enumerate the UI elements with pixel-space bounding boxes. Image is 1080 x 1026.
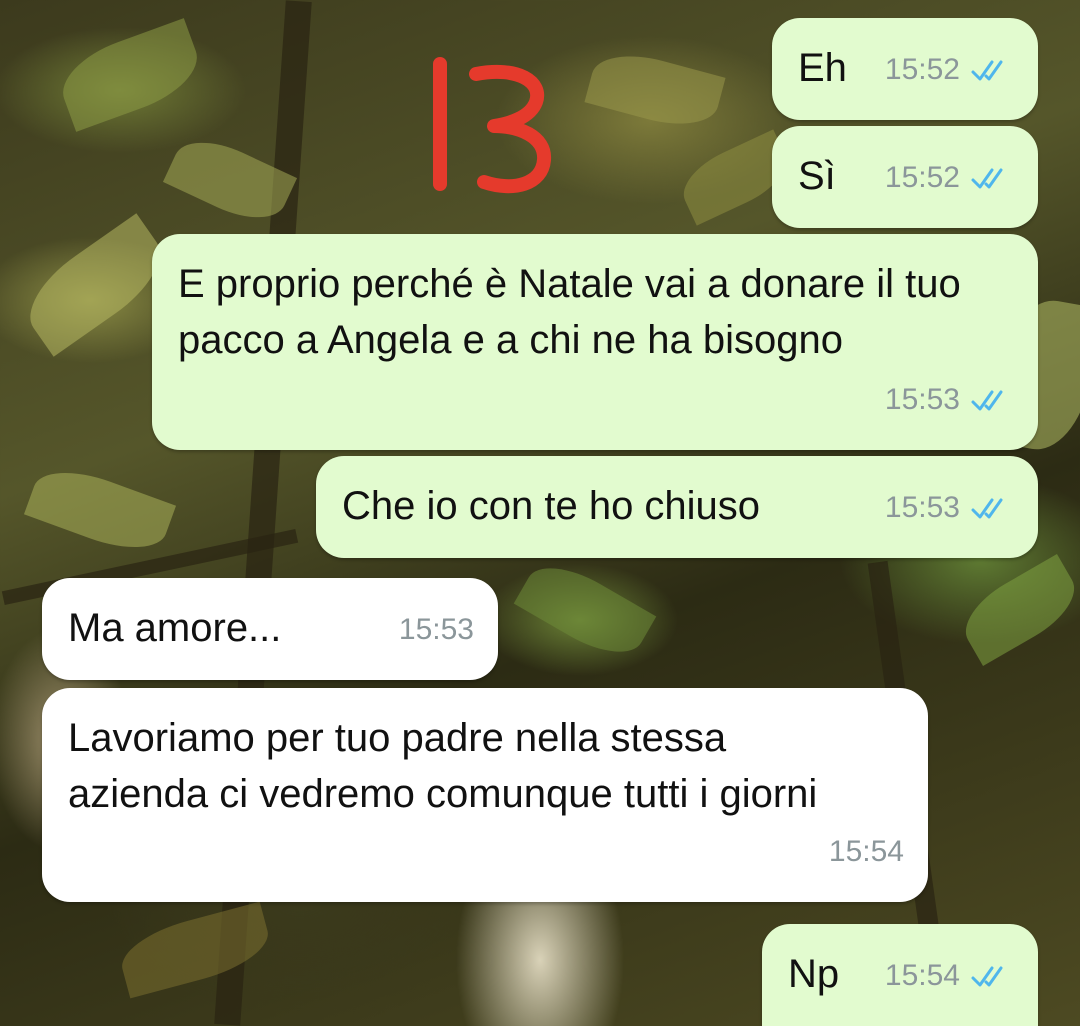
message-bubble-incoming[interactable]: Ma amore... 15:53 [42, 578, 498, 680]
message-time: 15:52 [884, 53, 960, 86]
message-time: 15:54 [828, 835, 904, 868]
message-meta: 15:52 [885, 42, 1014, 98]
message-time: 15:53 [884, 383, 960, 416]
message-bubble-outgoing[interactable]: Eh 15:52 [772, 18, 1038, 120]
double-check-icon [971, 390, 1003, 411]
message-text: Lavoriamo per tuo padre nella stessa azi… [68, 716, 818, 816]
message-meta: 15:52 [885, 150, 1014, 206]
message-text: E proprio perché è Natale vai a donare i… [178, 262, 972, 362]
message-bubble-incoming[interactable]: Lavoriamo per tuo padre nella stessa azi… [42, 688, 928, 902]
message-time: 15:53 [884, 491, 960, 524]
annotation-label: 13 [418, 52, 420, 53]
message-bubble-outgoing[interactable]: E proprio perché è Natale vai a donare i… [152, 234, 1038, 450]
annotation-number: 13 [418, 52, 551, 194]
message-meta: 15:53 [885, 372, 1014, 428]
message-bubble-outgoing[interactable]: Np 15:54 [762, 924, 1038, 1026]
message-meta: 15:54 [829, 824, 904, 880]
message-meta: 15:53 [399, 602, 474, 658]
double-check-icon [971, 60, 1003, 81]
message-meta: 15:54 [885, 948, 1014, 1004]
message-bubble-outgoing[interactable]: Sì 15:52 [772, 126, 1038, 228]
message-meta: 15:53 [885, 480, 1014, 536]
double-check-icon [971, 498, 1003, 519]
double-check-icon [971, 966, 1003, 987]
message-time: 15:52 [884, 161, 960, 194]
message-bubble-outgoing[interactable]: Che io con te ho chiuso 15:53 [316, 456, 1038, 558]
double-check-icon [971, 168, 1003, 189]
message-time: 15:54 [884, 959, 960, 992]
message-time: 15:53 [398, 613, 474, 646]
